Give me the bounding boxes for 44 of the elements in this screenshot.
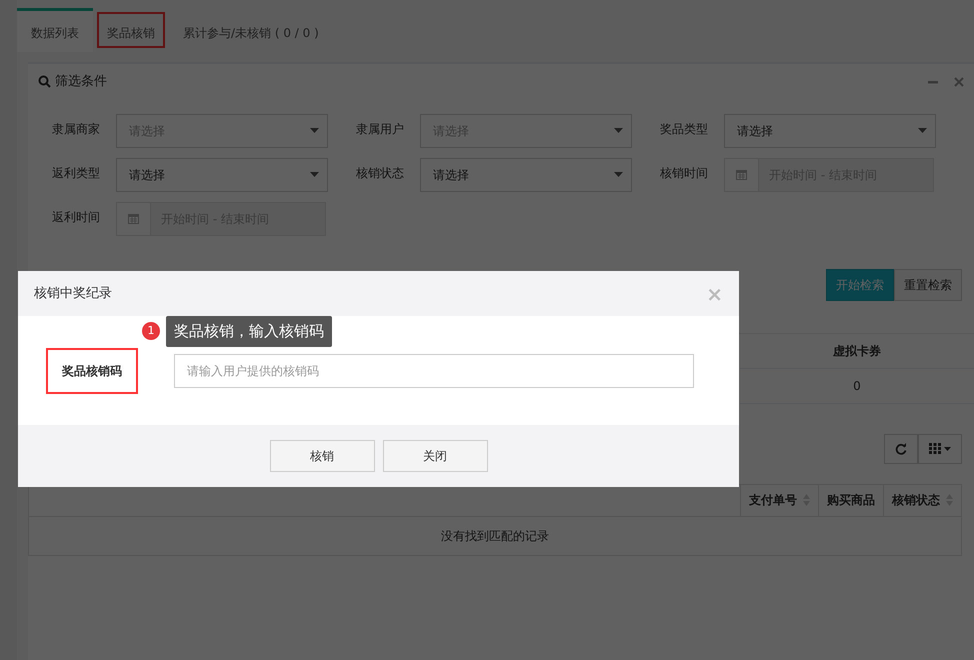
field-label: 核销时间 xyxy=(660,164,709,182)
caret-icon xyxy=(614,128,623,133)
button[interactable]: 重置检索 xyxy=(894,268,962,300)
column-header[interactable]: 核销状态 xyxy=(883,484,961,516)
search-icon xyxy=(38,75,51,88)
close-icon[interactable] xyxy=(954,76,964,87)
columns-button[interactable] xyxy=(918,434,962,464)
column-header[interactable]: 支付单号 xyxy=(740,484,818,516)
field-label: 返利时间 xyxy=(52,208,101,226)
caret-icon xyxy=(944,446,951,450)
close-button[interactable]: × xyxy=(706,278,723,308)
caret-icon xyxy=(614,172,623,177)
dialog-title: 核销中奖纪录 xyxy=(34,284,112,303)
tooltip: 奖品核销，输入核销码 xyxy=(166,316,332,346)
input-field[interactable]: 请输入用户提供的核销码 xyxy=(174,354,694,388)
tab[interactable]: 数据列表 xyxy=(17,8,93,52)
tab[interactable]: 累计参与/未核销 ( 0 / 0 ) xyxy=(169,8,333,52)
column-header[interactable]: 购买商品 xyxy=(818,484,883,516)
table-cell: 0 xyxy=(740,368,974,404)
field-label: 核销状态 xyxy=(356,164,405,182)
caret-icon xyxy=(310,172,319,177)
caret-icon xyxy=(310,128,319,133)
caret-icon xyxy=(918,128,927,133)
refresh-icon xyxy=(895,442,907,454)
calendar-icon xyxy=(736,169,747,180)
column-header: 虚拟卡券 xyxy=(740,334,974,368)
field-label: 奖品核销码 xyxy=(48,350,136,392)
panel-title: 筛选条件 xyxy=(55,73,107,91)
button[interactable]: 核销 xyxy=(270,440,374,472)
field-label: 隶属用户 xyxy=(356,120,405,138)
button[interactable]: 关闭 xyxy=(382,440,488,472)
field-label: 隶属商家 xyxy=(52,120,101,138)
calendar-icon xyxy=(128,213,139,224)
select-field[interactable]: 请选择 xyxy=(724,114,936,148)
select-field[interactable]: 请选择 xyxy=(420,158,632,192)
field-label: 返利类型 xyxy=(52,164,101,182)
button[interactable]: 开始检索 xyxy=(826,268,894,300)
grid-icon xyxy=(929,443,941,454)
select-field[interactable]: 请选择 xyxy=(116,158,328,192)
refresh-button[interactable] xyxy=(884,434,918,464)
field-label: 奖品类型 xyxy=(660,120,709,138)
empty-message: 没有找到匹配的记录 xyxy=(28,516,962,556)
tab[interactable]: 奖品核销 xyxy=(93,8,169,52)
step-badge: 1 xyxy=(142,322,160,340)
